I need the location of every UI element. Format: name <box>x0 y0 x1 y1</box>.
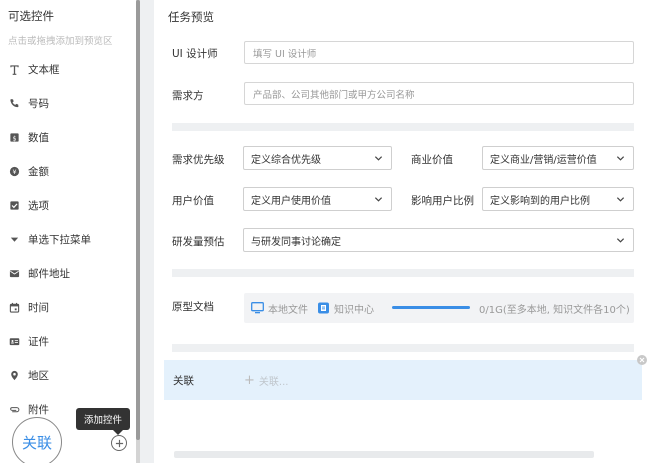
relation-field[interactable]: 关联 + 关联... <box>164 360 642 400</box>
controls-scrollbar[interactable] <box>136 0 140 463</box>
controls-panel: 可选控件 点击或拖拽添加到预览区 文本框 号码 $ 数值 ¥ 金额 选项 单选下 <box>0 0 140 463</box>
user-ratio-label: 影响用户比例 <box>411 195 474 207</box>
user-ratio-select-value: 定义影响到的用户比例 <box>490 195 590 207</box>
control-item-label: 附件 <box>28 403 49 416</box>
designer-label: UI 设计师 <box>172 48 218 60</box>
user-value-select-value: 定义用户使用价值 <box>251 195 331 207</box>
task-preview-title: 任务预览 <box>168 10 214 24</box>
upload-local-file-label: 本地文件 <box>268 304 308 316</box>
user-value-label: 用户价值 <box>172 195 214 207</box>
phone-icon <box>1 98 27 109</box>
control-item-label: 证件 <box>28 335 49 348</box>
chevron-down-icon <box>616 238 625 243</box>
add-relation-label: 关联... <box>258 377 289 388</box>
control-item-phone[interactable]: 号码 <box>0 88 136 118</box>
bottom-scrollbar[interactable] <box>174 451 594 458</box>
business-value-label: 商业价值 <box>411 154 453 166</box>
priority-select[interactable]: 定义综合优先级 <box>243 146 392 170</box>
user-ratio-select[interactable]: 定义影响到的用户比例 <box>482 187 634 211</box>
controls-panel-title: 可选控件 <box>8 9 54 23</box>
control-item-label: 邮件地址 <box>28 267 70 280</box>
control-item-label: 数值 <box>28 131 49 144</box>
requester-label: 需求方 <box>172 90 204 102</box>
prototype-label: 原型文档 <box>172 301 214 313</box>
mail-icon <box>1 268 27 279</box>
drag-ghost-relation[interactable]: 关联 <box>12 417 62 463</box>
control-item-label: 选项 <box>28 199 49 212</box>
requester-input[interactable]: 产品部、公司其他部门或甲方公司名称 <box>244 82 634 105</box>
chevron-down-icon <box>616 156 625 161</box>
svg-text:¥: ¥ <box>12 168 16 176</box>
attachment-icon <box>1 404 27 415</box>
add-relation-button[interactable]: + 关联... <box>244 372 289 389</box>
relation-label: 关联 <box>173 375 194 387</box>
control-item-number[interactable]: $ 数值 <box>0 122 136 152</box>
control-item-label: 时间 <box>28 301 49 314</box>
task-preview-panel: 任务预览 UI 设计师 填写 UI 设计师 需求方 产品部、公司其他部门或甲方公… <box>154 0 650 463</box>
control-item-label: 地区 <box>28 369 49 382</box>
priority-label: 需求优先级 <box>172 154 225 166</box>
svg-text:$: $ <box>12 134 16 142</box>
location-icon <box>1 370 27 381</box>
effort-select-value: 与研发同事讨论确定 <box>251 236 341 248</box>
designer-input[interactable]: 填写 UI 设计师 <box>244 41 634 64</box>
upload-progress-bar <box>392 306 470 309</box>
add-control-tooltip: 添加控件 <box>76 408 130 435</box>
controls-panel-hint: 点击或拖拽添加到预览区 <box>8 36 113 47</box>
control-item-dropdown[interactable]: 单选下拉菜单 <box>0 224 136 254</box>
text-icon <box>1 64 27 75</box>
add-control-button[interactable] <box>111 435 127 451</box>
control-item-region[interactable]: 地区 <box>0 360 136 390</box>
monitor-icon <box>251 302 264 314</box>
priority-select-value: 定义综合优先级 <box>251 154 321 166</box>
section-divider <box>172 123 634 131</box>
upload-quota-info: 0/1G(至多本地, 知识文件各10个) <box>479 304 630 316</box>
chevron-down-icon <box>374 197 383 202</box>
control-item-id[interactable]: 证件 <box>0 326 136 356</box>
control-item-checkbox[interactable]: 选项 <box>0 190 136 220</box>
control-item-label: 金额 <box>28 165 49 178</box>
upload-local-file-button[interactable]: 本地文件 <box>251 293 308 323</box>
control-item-label: 号码 <box>28 97 49 110</box>
control-item-label: 单选下拉菜单 <box>28 233 91 246</box>
control-item-label: 文本框 <box>28 63 60 76</box>
control-item-text[interactable]: 文本框 <box>0 54 136 84</box>
chevron-down-icon <box>374 156 383 161</box>
upload-knowledge-center-button[interactable]: 知识中心 <box>317 293 374 323</box>
calendar-icon <box>1 302 27 313</box>
chevron-down-icon <box>616 197 625 202</box>
checkbox-icon <box>1 200 27 211</box>
effort-label: 研发量预估 <box>172 236 225 248</box>
prototype-upload-area: 本地文件 知识中心 0/1G(至多本地, 知识文件各10个) <box>244 293 634 323</box>
number-icon: $ <box>1 132 27 143</box>
user-value-select[interactable]: 定义用户使用价值 <box>243 187 392 211</box>
control-item-time[interactable]: 时间 <box>0 292 136 322</box>
business-value-select[interactable]: 定义商业/营销/运营价值 <box>482 146 634 170</box>
dropdown-icon <box>1 234 27 245</box>
plus-icon: + <box>244 372 255 388</box>
section-divider <box>172 344 634 352</box>
close-icon <box>639 357 645 363</box>
knowledge-book-icon <box>318 302 329 314</box>
controls-scroll-thumb[interactable] <box>136 0 140 440</box>
effort-select[interactable]: 与研发同事讨论确定 <box>243 228 634 252</box>
id-card-icon <box>1 336 27 347</box>
control-item-mail[interactable]: 邮件地址 <box>0 258 136 288</box>
business-value-select-value: 定义商业/营销/运营价值 <box>490 154 597 166</box>
control-item-money[interactable]: ¥ 金额 <box>0 156 136 186</box>
remove-relation-button[interactable] <box>637 355 647 365</box>
plus-icon <box>115 439 123 447</box>
section-divider <box>172 269 634 277</box>
upload-knowledge-center-label: 知识中心 <box>334 304 374 316</box>
money-icon: ¥ <box>1 166 27 177</box>
